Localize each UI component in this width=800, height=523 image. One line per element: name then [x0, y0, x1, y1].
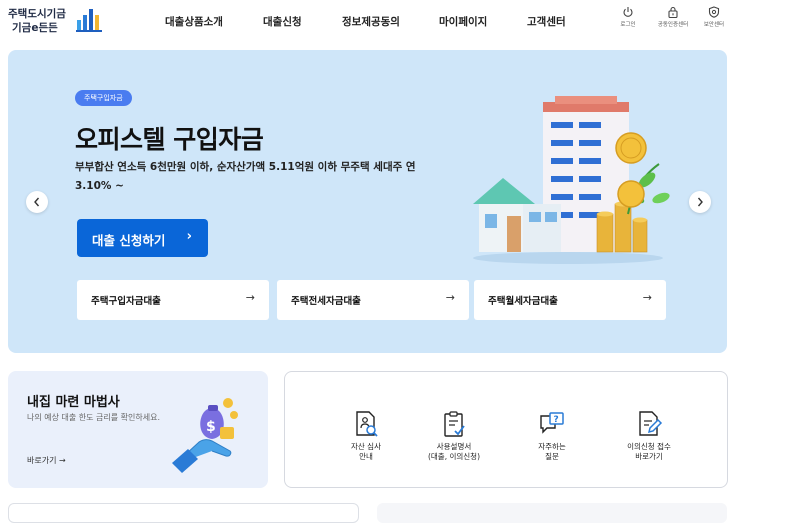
nav-info-consent[interactable]: 정보제공동의 [342, 14, 400, 29]
security-center-button[interactable]: 보안센터 [694, 6, 734, 28]
certificate-center-button[interactable]: 공동인증센터 [653, 6, 693, 28]
service-label-line2: 바로가기 [635, 452, 663, 461]
security-center-label: 보안센터 [703, 22, 725, 28]
quick-link-label: 주택구입자금대출 [91, 296, 161, 307]
quick-link-label: 주택전세자금대출 [291, 296, 361, 307]
product-category-badge: 주택구입자금 [75, 90, 132, 106]
quick-link-jeonse-loan[interactable]: 주택전세자금대출 → [277, 280, 469, 320]
service-label-line1: 사용설명서 [436, 442, 472, 451]
hero-banner: 주택구입자금 오피스텔 구입자금 부부합산 연소득 6천만원 이하, 순자산가액… [8, 50, 727, 353]
login-label: 로그인 [620, 22, 636, 28]
logo-text-line2: 기금e든든 [12, 22, 58, 34]
services-card: 자산 심사 안내 사용설명서 (대출, 이의신청) ? 자주하는 질문 이의신청… [284, 371, 728, 488]
hand-money-bag-illustration: $ [172, 398, 238, 473]
nav-loan-products[interactable]: 대출상품소개 [165, 14, 223, 29]
building-coins-illustration [473, 96, 670, 264]
login-button[interactable]: 로그인 [608, 6, 648, 28]
chat-question-icon: ? [540, 412, 564, 434]
nav-mypage[interactable]: 마이페이지 [439, 14, 487, 29]
service-asset-review[interactable]: 자산 심사 안내 [326, 410, 406, 462]
arrow-right-icon: → [642, 291, 652, 304]
home-wizard-card[interactable]: 내집 마련 마법사 나의 예상 대출 한도 금리를 확인하세요. 바로가기 → … [8, 371, 268, 488]
service-label-line1: 자주하는 [538, 442, 566, 451]
wizard-title: 내집 마련 마법사 [27, 395, 120, 410]
quick-link-purchase-loan[interactable]: 주택구입자금대출 → [77, 280, 269, 320]
logo-text-line1: 주택도시기금 [8, 8, 66, 20]
wizard-subtitle: 나의 예상 대출 한도 금리를 확인하세요. [27, 413, 161, 422]
bottom-panel-left [8, 503, 359, 523]
quick-link-monthly-rent-loan[interactable]: 주택월세자금대출 → [474, 280, 666, 320]
apply-loan-button[interactable]: 대출 신청하기 › [77, 219, 208, 257]
apply-loan-label: 대출 신청하기 [92, 233, 166, 248]
carousel-prev-button[interactable] [26, 191, 48, 213]
quick-link-label: 주택월세자금대출 [488, 296, 558, 307]
service-faq[interactable]: ? 자주하는 질문 [512, 410, 592, 462]
certificate-center-label: 공동인증센터 [657, 22, 689, 28]
service-user-manual[interactable]: 사용설명서 (대출, 이의신청) [414, 410, 494, 462]
svg-text:?: ? [554, 415, 559, 425]
service-label-line2: 질문 [545, 452, 559, 461]
nav-loan-apply[interactable]: 대출신청 [263, 14, 302, 29]
chevron-right-icon [697, 197, 703, 207]
shield-icon [708, 6, 720, 18]
arrow-right-icon: → [445, 291, 455, 304]
hero-title: 오피스텔 구입자금 [75, 125, 264, 154]
carousel-next-button[interactable] [689, 191, 711, 213]
edit-document-icon [639, 411, 663, 436]
arrow-right-icon: → [245, 291, 255, 304]
nav-customer-center[interactable]: 고객센터 [527, 14, 566, 29]
svg-text:$: $ [206, 419, 216, 435]
lock-icon [668, 6, 678, 18]
service-label-line2: (대출, 이의신청) [427, 452, 481, 461]
power-icon [623, 7, 633, 17]
service-objection-filing[interactable]: 이의신청 접수 바로가기 [609, 410, 689, 462]
wizard-go-link[interactable]: 바로가기 → [27, 455, 66, 466]
search-document-icon [356, 411, 378, 437]
logo-mark-icon [76, 9, 102, 32]
chevron-left-icon [34, 197, 40, 207]
chevron-right-icon: › [186, 229, 192, 244]
service-label-line1: 자산 심사 [351, 442, 381, 451]
hero-description: 부부합산 연소득 6천만원 이하, 순자산가액 5.11억원 이하 무주택 세대… [75, 161, 416, 192]
bottom-panel-right [377, 503, 727, 523]
service-label-line1: 이의신청 접수 [627, 442, 671, 451]
site-logo[interactable]: 주택도시기금 기금e든든 [8, 6, 108, 36]
checklist-icon [444, 411, 465, 437]
site-header: 주택도시기금 기금e든든 대출상품소개 대출신청 정보제공동의 마이페이지 고객… [0, 0, 800, 44]
service-label-line2: 안내 [359, 452, 373, 461]
